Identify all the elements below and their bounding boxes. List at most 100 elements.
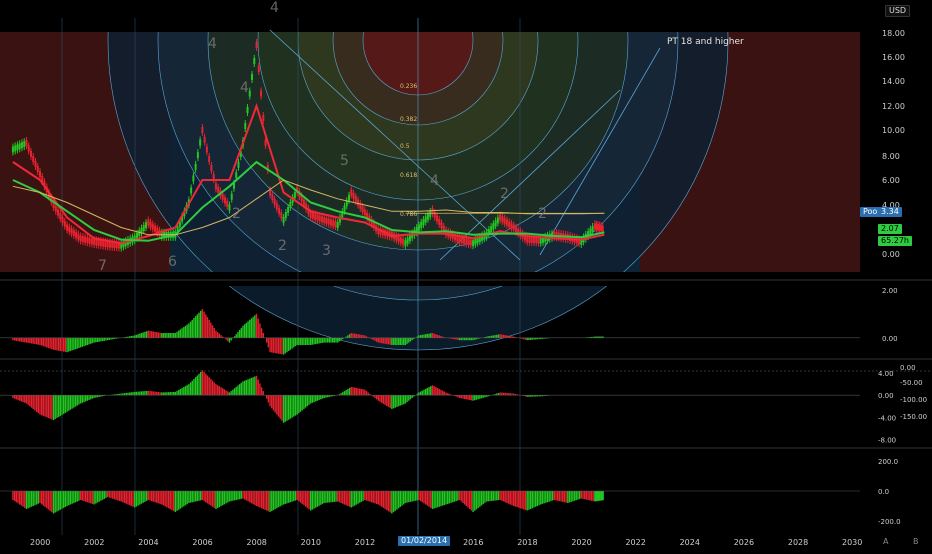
fib-level-label: 0.618 xyxy=(400,172,417,179)
price-candle-body xyxy=(95,239,98,246)
price-candle-body xyxy=(591,225,594,232)
x-tick-label: 2000 xyxy=(30,538,50,547)
price-candle-body xyxy=(535,237,538,244)
price-candle-body xyxy=(138,230,141,237)
wave-label: 2 xyxy=(500,186,509,202)
wave-label: 2 xyxy=(278,238,287,254)
price-candle-body xyxy=(88,237,91,244)
price-candle-body xyxy=(532,237,535,244)
price-candle-body xyxy=(68,226,71,233)
price-tick-label: 8.00 xyxy=(882,152,900,161)
price-candle-body xyxy=(275,203,278,210)
price-candle-body xyxy=(223,197,226,204)
wave-label: 7 xyxy=(98,258,107,274)
price-candle-body xyxy=(404,240,407,247)
price-candle-body xyxy=(537,237,540,244)
price-candle-body xyxy=(201,127,204,133)
price-candle-body xyxy=(203,136,206,143)
price-tick-label: 6.00 xyxy=(882,176,900,185)
price-candle-body xyxy=(422,219,425,226)
price-candle-body xyxy=(526,236,529,243)
price-candle-body xyxy=(352,192,355,199)
time-value-badge: 65.27h xyxy=(878,236,912,246)
price-candle-body xyxy=(354,196,357,203)
price-candle-body xyxy=(27,145,30,152)
price-candle-body xyxy=(417,224,420,231)
price-candle-body xyxy=(336,222,339,228)
price-candle-body xyxy=(440,222,443,229)
price-tick-label: 10.00 xyxy=(882,126,905,135)
price-candle-body xyxy=(248,90,251,97)
price-candle-body xyxy=(214,183,217,190)
price-candle-body xyxy=(467,239,470,245)
price-tick-label: 16.00 xyxy=(882,53,905,62)
price-candle-body xyxy=(327,218,330,225)
x-tick-label: 2010 xyxy=(301,538,321,547)
price-tick-label: 0.00 xyxy=(882,250,900,259)
price-candle-body xyxy=(20,142,23,149)
price-candle-body xyxy=(601,225,604,232)
price-candle-body xyxy=(194,163,197,170)
price-candle-body xyxy=(59,213,62,220)
fib-level-label: 0.236 xyxy=(400,83,417,90)
price-candle-body xyxy=(302,199,305,206)
price-candle-body xyxy=(311,212,314,219)
fib-level-label: 0.5 xyxy=(400,143,410,150)
price-candle-body xyxy=(329,219,332,226)
price-candle-body xyxy=(244,123,247,129)
price-candle-body xyxy=(408,235,411,241)
oscillator-tick-label: 2.00 xyxy=(882,287,898,295)
oscillator-tick-label: -4.00 xyxy=(878,414,896,422)
annotation-label: PT 18 and higher xyxy=(667,37,744,47)
pool-value-badge: 3.34 xyxy=(878,207,902,217)
price-candle-body xyxy=(438,218,441,225)
top-mask xyxy=(0,0,932,32)
price-candle-body xyxy=(397,236,400,242)
price-candle-body xyxy=(501,216,504,223)
price-candle-body xyxy=(61,217,64,223)
wave-label: 4 xyxy=(240,80,249,96)
price-candle-body xyxy=(271,194,274,201)
price-candle-body xyxy=(458,236,461,243)
x-tick-label: 2004 xyxy=(138,538,158,547)
x-tick-label: 2026 xyxy=(734,538,754,547)
price-candle-body xyxy=(36,166,39,172)
price-candle-body xyxy=(79,235,82,242)
x-tick-label: 2008 xyxy=(247,538,267,547)
price-candle-body xyxy=(514,226,517,233)
price-candle-body xyxy=(39,171,41,177)
price-candle-body xyxy=(90,238,93,245)
price-candle-body xyxy=(25,140,28,146)
currency-label: USD xyxy=(885,5,911,17)
wave-label: 5 xyxy=(340,153,349,169)
price-candle-body xyxy=(424,216,427,223)
price-candle-body xyxy=(496,217,499,224)
price-candle-body xyxy=(230,193,233,200)
x-tick-label: 2012 xyxy=(355,538,375,547)
price-candle-body xyxy=(217,186,220,193)
fib-level-label: 0.382 xyxy=(400,116,417,123)
price-candle-body xyxy=(102,240,105,247)
price-candle-body xyxy=(323,217,326,223)
price-candle-body xyxy=(99,240,102,247)
price-candle-body xyxy=(154,225,157,232)
corner-label-b: B xyxy=(913,537,919,546)
price-candle-body xyxy=(260,90,263,97)
price-candle-body xyxy=(348,194,351,201)
price-candle-body xyxy=(402,238,405,245)
price-candle-body xyxy=(472,240,475,247)
price-candle-body xyxy=(210,165,213,171)
price-candle-body xyxy=(145,222,148,229)
price-candle-body xyxy=(190,187,193,194)
price-candle-body xyxy=(77,233,80,240)
price-candle-body xyxy=(289,202,292,208)
wave-label: 4 xyxy=(208,36,217,52)
price-candle-body xyxy=(205,146,208,153)
price-candle-body xyxy=(503,217,506,224)
price-candle-body xyxy=(63,220,66,227)
x-tick-label: 2006 xyxy=(192,538,212,547)
price-candle-body xyxy=(435,215,438,222)
wave-label: 2 xyxy=(232,206,241,222)
price-candle-body xyxy=(199,139,202,146)
price-candle-body xyxy=(93,239,96,245)
